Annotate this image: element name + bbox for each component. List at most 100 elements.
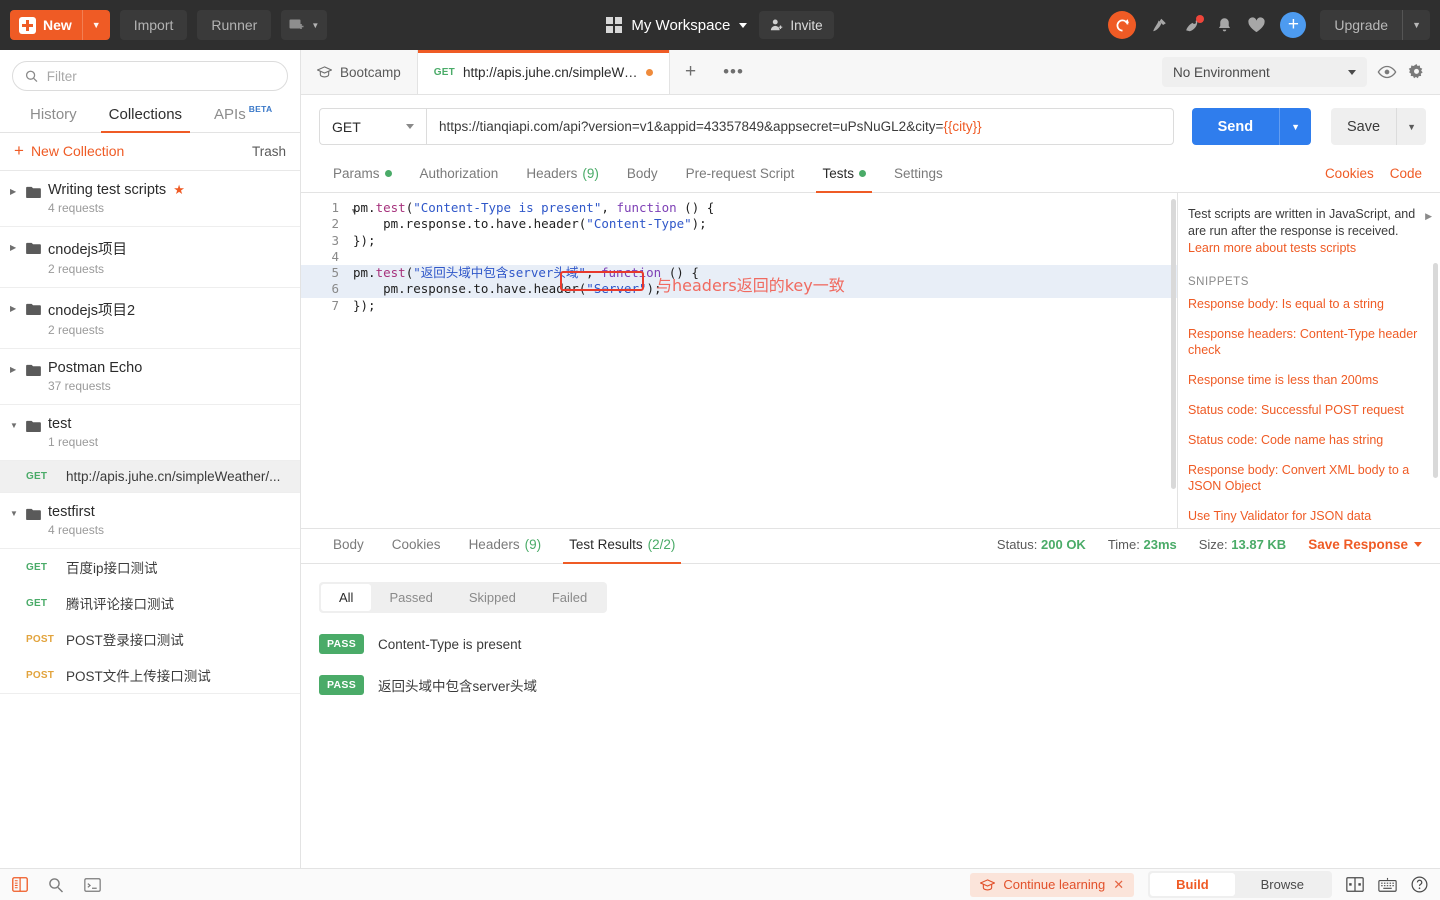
snippet-item[interactable]: Response headers: Content-Type header ch…	[1188, 326, 1424, 358]
request-item[interactable]: GET 百度ip接口测试	[0, 549, 300, 585]
help-icon[interactable]	[1411, 876, 1428, 893]
cookies-link[interactable]: Cookies	[1325, 166, 1374, 181]
chevron-down-icon[interactable]: ▼	[311, 21, 319, 30]
chevron-down-icon[interactable]: ▼	[10, 416, 26, 430]
filter-box[interactable]	[12, 61, 288, 91]
environment-selector[interactable]: No Environment	[1162, 57, 1367, 87]
chevron-down-icon[interactable]: ▼	[83, 20, 110, 30]
tab-bootcamp[interactable]: Bootcamp	[301, 50, 418, 94]
sync-icon[interactable]	[1108, 11, 1137, 39]
gear-icon[interactable]	[1407, 63, 1426, 82]
sidebar-tab-history[interactable]: History	[14, 100, 93, 132]
satellite-icon[interactable]	[1150, 16, 1169, 34]
snippet-item[interactable]: Response body: Is equal to a string	[1188, 296, 1424, 312]
eye-icon[interactable]	[1377, 65, 1397, 79]
request-item[interactable]: GET 腾讯评论接口测试	[0, 585, 300, 621]
request-item[interactable]: POST POST文件上传接口测试	[0, 657, 300, 694]
console-icon[interactable]	[84, 877, 101, 892]
filter-all[interactable]: All	[321, 584, 372, 611]
request-item[interactable]: POST POST登录接口测试	[0, 621, 300, 657]
request-links: Cookies Code	[1325, 158, 1422, 192]
collection-row[interactable]: ▶ Writing test scripts ★ 4 requests	[0, 171, 300, 227]
keyboard-shortcuts-icon[interactable]	[1378, 877, 1397, 892]
filter-passed[interactable]: Passed	[371, 584, 450, 611]
request-name: POST登录接口测试	[66, 633, 184, 648]
build-tab[interactable]: Build	[1150, 873, 1235, 896]
star-icon[interactable]: ★	[173, 182, 185, 198]
chevron-down-icon[interactable]: ▼	[10, 504, 26, 518]
learn-more-link[interactable]: Learn more about tests scripts	[1188, 241, 1424, 255]
browse-tab[interactable]: Browse	[1235, 873, 1330, 896]
new-button[interactable]: New ▼	[10, 10, 110, 40]
tab-settings[interactable]: Settings	[880, 158, 957, 192]
tab-pre-request-script[interactable]: Pre-request Script	[672, 158, 809, 192]
snippet-item[interactable]: Response body: Convert XML body to a JSO…	[1188, 462, 1424, 494]
tab-params[interactable]: Params	[319, 158, 406, 192]
snippet-item[interactable]: Status code: Code name has string	[1188, 432, 1424, 448]
tab-body[interactable]: Body	[613, 158, 672, 192]
save-button[interactable]: Save	[1331, 108, 1397, 145]
chevron-right-icon[interactable]: ▶	[10, 182, 26, 196]
collection-row[interactable]: ▶ cnodejs项目 2 requests	[0, 227, 300, 288]
collection-row-test[interactable]: ▼ test 1 request	[0, 405, 300, 461]
request-item-simpleweather[interactable]: GET http://apis.juhe.cn/simpleWeather/..…	[0, 461, 300, 493]
chevron-right-icon[interactable]: ▶	[10, 299, 26, 313]
snippet-item[interactable]: Response time is less than 200ms	[1188, 372, 1424, 388]
upgrade-button[interactable]: Upgrade ▼	[1320, 10, 1430, 40]
tab-simpleweather[interactable]: GET http://apis.juhe.cn/simpleWeat...	[417, 50, 670, 94]
tab-headers[interactable]: Headers (9)	[512, 158, 613, 192]
search-input[interactable]	[46, 68, 275, 84]
new-tab-button[interactable]: +	[670, 50, 711, 94]
close-icon[interactable]: ✕	[1113, 877, 1124, 893]
chevron-down-icon[interactable]: ▼	[1403, 20, 1430, 30]
import-button[interactable]: Import	[119, 10, 188, 40]
add-icon[interactable]: +	[1280, 12, 1307, 38]
tab-response-headers[interactable]: Headers (9)	[455, 529, 556, 563]
tab-authorization[interactable]: Authorization	[406, 158, 513, 192]
send-options-button[interactable]: ▼	[1279, 108, 1312, 145]
runner-button[interactable]: Runner	[197, 10, 272, 40]
save-response-button[interactable]: Save Response	[1308, 537, 1422, 552]
chevron-right-icon[interactable]: ▶	[10, 360, 26, 374]
workspace-selector[interactable]: My Workspace	[606, 17, 748, 34]
snippet-item[interactable]: Status code: Successful POST request	[1188, 402, 1424, 418]
method-selector[interactable]: GET	[319, 108, 426, 145]
line-number: 7	[331, 297, 339, 313]
chevron-right-icon[interactable]: ▶	[1425, 211, 1432, 222]
collection-row[interactable]: ▶ cnodejs项目2 2 requests	[0, 288, 300, 349]
tab-tests[interactable]: Tests	[808, 158, 880, 193]
send-button[interactable]: Send	[1191, 108, 1280, 145]
code-link[interactable]: Code	[1390, 166, 1422, 181]
sidebar-tab-collections[interactable]: Collections	[93, 100, 198, 133]
filter-failed[interactable]: Failed	[534, 584, 605, 611]
new-window-button[interactable]: ▼	[281, 10, 328, 40]
chevron-right-icon[interactable]: ▶	[10, 238, 26, 252]
two-pane-layout-icon[interactable]	[1346, 877, 1364, 892]
tab-response-body[interactable]: Body	[319, 529, 378, 563]
tab-response-cookies[interactable]: Cookies	[378, 529, 455, 563]
rocket-icon[interactable]	[1183, 15, 1205, 34]
bell-icon[interactable]	[1216, 16, 1233, 34]
snippet-item[interactable]: Use Tiny Validator for JSON data	[1188, 508, 1424, 524]
collection-row-testfirst[interactable]: ▼ testfirst 4 requests	[0, 493, 300, 549]
search-icon[interactable]	[48, 877, 64, 893]
tab-label: Pre-request Script	[685, 166, 795, 181]
snippets-scrollbar[interactable]	[1433, 263, 1438, 478]
tab-test-results[interactable]: Test Results (2/2)	[555, 529, 689, 564]
tab-options-button[interactable]: •••	[711, 50, 756, 94]
code-editor[interactable]: 1▼ 2 3 4 5▼ 6 7 pm.test("Content-Type is…	[301, 193, 1178, 528]
sidebar-toggle-icon[interactable]	[12, 877, 28, 892]
filter-skipped[interactable]: Skipped	[451, 584, 534, 611]
url-input[interactable]: https://tianqiapi.com/api?version=v1&app…	[426, 108, 1174, 145]
trash-button[interactable]: Trash	[252, 144, 286, 159]
heart-icon[interactable]	[1247, 16, 1266, 34]
collection-sub: 4 requests	[48, 201, 105, 215]
collection-row[interactable]: ▶ Postman Echo 37 requests	[0, 349, 300, 405]
sidebar-tab-apis[interactable]: APIs BETA	[198, 100, 288, 132]
editor-scrollbar[interactable]	[1171, 199, 1176, 489]
new-collection-button[interactable]: + New Collection	[14, 142, 124, 159]
continue-learning-banner[interactable]: Continue learning ✕	[970, 872, 1135, 897]
line-number: 2	[331, 216, 339, 232]
invite-button[interactable]: Invite	[759, 11, 834, 39]
save-options-button[interactable]: ▼	[1396, 108, 1426, 145]
